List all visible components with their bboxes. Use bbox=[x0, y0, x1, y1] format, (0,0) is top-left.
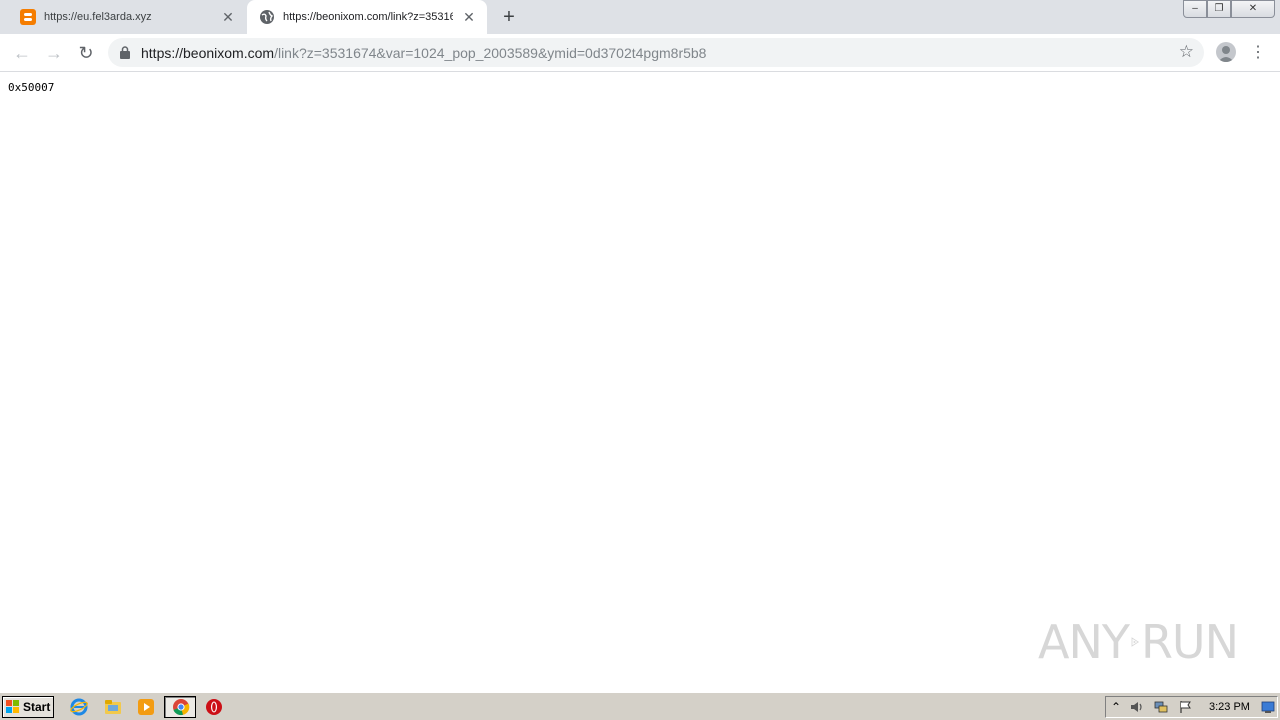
speaker-icon[interactable] bbox=[1130, 700, 1144, 714]
back-button[interactable]: ← bbox=[10, 41, 34, 65]
forward-button[interactable]: → bbox=[42, 41, 66, 65]
tray-expand-icon[interactable]: ⌃ bbox=[1111, 700, 1125, 714]
close-tab-icon[interactable]: ✕ bbox=[220, 9, 236, 25]
network-icon[interactable] bbox=[1154, 700, 1168, 714]
taskbar-clock[interactable]: 3:23 PM bbox=[1209, 701, 1250, 713]
start-label: Start bbox=[23, 700, 51, 714]
play-logo-icon bbox=[1131, 637, 1139, 647]
page-content: 0x50007 ANY RUN bbox=[0, 72, 1280, 692]
file-explorer-icon[interactable] bbox=[104, 698, 122, 716]
url-host: https://beonixom.com bbox=[141, 45, 275, 61]
browser-toolbar: ← → ↻ https://beonixom.com/link?z=353167… bbox=[0, 34, 1280, 72]
new-tab-button[interactable]: + bbox=[499, 7, 519, 27]
tab-beonixom[interactable]: https://beonixom.com/link?z=35316 ✕ bbox=[247, 0, 487, 34]
tab-strip: https://eu.fel3arda.xyz ✕ https://beonix… bbox=[0, 0, 1280, 34]
profile-avatar-icon[interactable] bbox=[1216, 42, 1236, 62]
minimize-button[interactable]: – bbox=[1183, 0, 1207, 18]
internet-explorer-icon[interactable] bbox=[70, 698, 88, 716]
person-icon bbox=[1218, 46, 1234, 62]
address-bar[interactable]: https://beonixom.com/link?z=3531674&var=… bbox=[108, 38, 1204, 67]
blogger-icon bbox=[20, 9, 36, 25]
anyrun-watermark: ANY RUN bbox=[1038, 607, 1239, 677]
bookmark-star-icon[interactable]: ☆ bbox=[1179, 43, 1194, 61]
start-button[interactable]: Start bbox=[2, 696, 54, 718]
reload-button[interactable]: ↻ bbox=[74, 41, 98, 65]
tab-title: https://eu.fel3arda.xyz bbox=[44, 11, 152, 23]
lock-icon[interactable] bbox=[120, 46, 130, 59]
url-path: /link?z=3531674&var=1024_pop_2003589&ymi… bbox=[274, 45, 707, 61]
opera-icon[interactable] bbox=[205, 698, 223, 716]
close-tab-icon[interactable]: ✕ bbox=[461, 9, 477, 25]
menu-icon[interactable]: ⋮ bbox=[1250, 41, 1266, 65]
tab-blogger[interactable]: https://eu.fel3arda.xyz ✕ bbox=[8, 0, 246, 34]
media-player-icon[interactable] bbox=[137, 698, 155, 716]
show-desktop-icon[interactable] bbox=[1261, 700, 1275, 714]
watermark-right-text: RUN bbox=[1140, 615, 1239, 669]
maximize-button[interactable]: ❐ bbox=[1207, 0, 1231, 18]
windows-flag-icon bbox=[6, 700, 19, 713]
action-center-flag-icon[interactable] bbox=[1179, 700, 1193, 714]
window-close-button[interactable]: ✕ bbox=[1231, 0, 1275, 18]
system-tray: ⌃ bbox=[1105, 696, 1278, 718]
watermark-left-text: ANY bbox=[1038, 615, 1130, 669]
globe-icon bbox=[260, 10, 274, 24]
chrome-icon bbox=[173, 699, 190, 716]
chrome-taskbar-button[interactable] bbox=[164, 696, 196, 718]
page-body-text: 0x50007 bbox=[8, 81, 55, 94]
url-text[interactable]: https://beonixom.com/link?z=3531674&var=… bbox=[141, 45, 706, 61]
tab-title: https://beonixom.com/link?z=35316 bbox=[283, 11, 453, 23]
taskbar: Start ⌃ 3:23 PM bbox=[0, 692, 1280, 720]
